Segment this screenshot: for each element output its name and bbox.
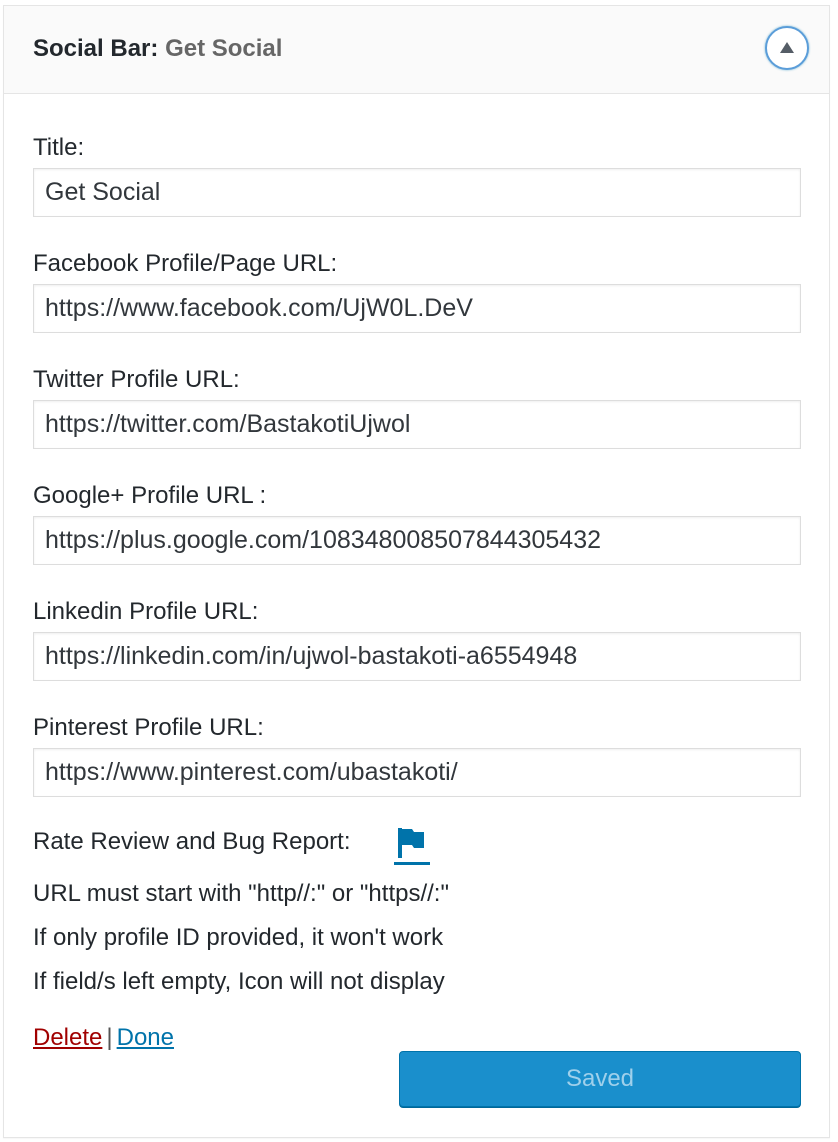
googleplus-url-label: Google+ Profile URL : <box>33 482 267 509</box>
widget-title: Social Bar: Get Social <box>33 35 282 63</box>
twitter-url-label: Twitter Profile URL: <box>33 366 240 393</box>
empty-field-note: If field/s left empty, Icon will not dis… <box>33 968 445 995</box>
twitter-url-input[interactable] <box>33 400 801 449</box>
widget-title-separator: : <box>150 35 159 62</box>
googleplus-url-input[interactable] <box>33 516 801 565</box>
widget-header[interactable]: Social Bar: Get Social <box>4 6 829 94</box>
arrow-up-icon <box>780 42 794 53</box>
delete-link[interactable]: Delete <box>33 1024 102 1051</box>
linkedin-url-label: Linkedin Profile URL: <box>33 598 259 625</box>
rate-review-link[interactable] <box>390 824 432 868</box>
widget-control-actions: Delete | Done <box>33 1024 174 1052</box>
facebook-url-label: Facebook Profile/Page URL: <box>33 250 338 277</box>
url-format-note: URL must start with "http//:" or "https/… <box>33 880 449 907</box>
social-bar-widget: Social Bar: Get Social Title: Facebook P… <box>3 5 830 1138</box>
widget-name: Social Bar <box>33 35 151 62</box>
title-label: Title: <box>33 134 85 161</box>
rate-review-label: Rate Review and Bug Report: <box>33 828 351 855</box>
title-input[interactable] <box>33 168 801 217</box>
flag-icon <box>394 828 430 865</box>
widget-toggle-button[interactable] <box>765 26 809 70</box>
widget-instance-title: Get Social <box>165 35 283 62</box>
linkedin-url-input[interactable] <box>33 632 801 681</box>
actions-separator: | <box>106 1024 113 1051</box>
pinterest-url-label: Pinterest Profile URL: <box>33 714 264 741</box>
pinterest-url-input[interactable] <box>33 748 801 797</box>
save-button[interactable]: Saved <box>399 1051 801 1107</box>
profile-id-note: If only profile ID provided, it won't wo… <box>33 924 444 951</box>
facebook-url-input[interactable] <box>33 284 801 333</box>
done-link[interactable]: Done <box>117 1024 174 1051</box>
